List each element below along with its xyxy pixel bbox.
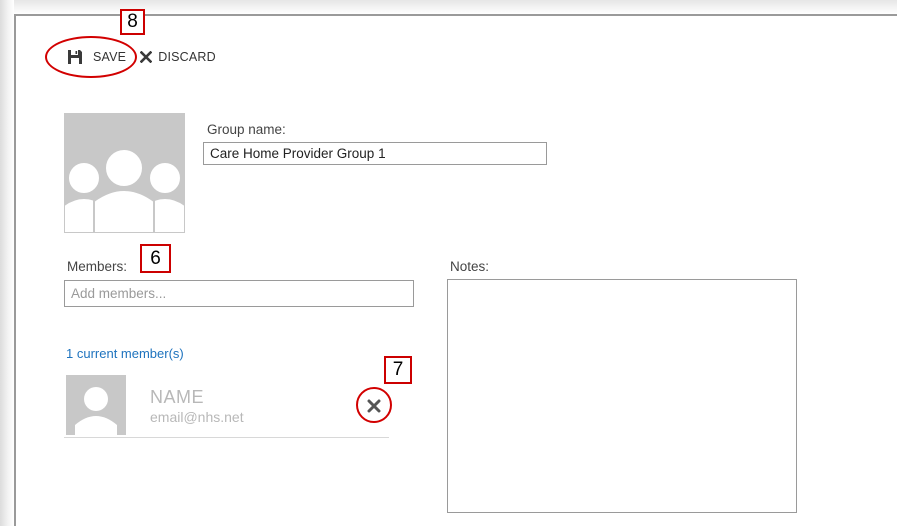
save-highlight-ring — [45, 36, 137, 78]
notes-label: Notes: — [450, 259, 490, 274]
frame-left-shadow — [0, 0, 14, 526]
frame-left-border — [14, 14, 16, 526]
discard-button[interactable]: DISCARD — [140, 50, 216, 64]
discard-label: DISCARD — [158, 50, 216, 64]
group-name-label: Group name: — [207, 122, 286, 137]
members-label: Members: — [67, 259, 128, 274]
group-avatar-icon — [64, 113, 185, 233]
add-members-input[interactable] — [64, 280, 414, 307]
frame-top-border — [14, 14, 897, 16]
callout-8: 8 — [120, 9, 145, 35]
current-members-count[interactable]: 1 current member(s) — [66, 346, 184, 361]
close-icon — [140, 51, 153, 63]
notes-textarea[interactable] — [447, 279, 797, 513]
member-name: NAME — [150, 387, 205, 407]
member-list-item: NAME email@nhs.net — [64, 373, 389, 438]
callout-6: 6 — [140, 244, 171, 273]
group-name-input[interactable] — [203, 142, 547, 165]
person-icon — [66, 375, 126, 435]
frame-top-shadow — [14, 0, 897, 14]
member-email: email@nhs.net — [150, 409, 244, 425]
callout-7: 7 — [384, 356, 412, 384]
remove-highlight-ring — [356, 387, 392, 423]
